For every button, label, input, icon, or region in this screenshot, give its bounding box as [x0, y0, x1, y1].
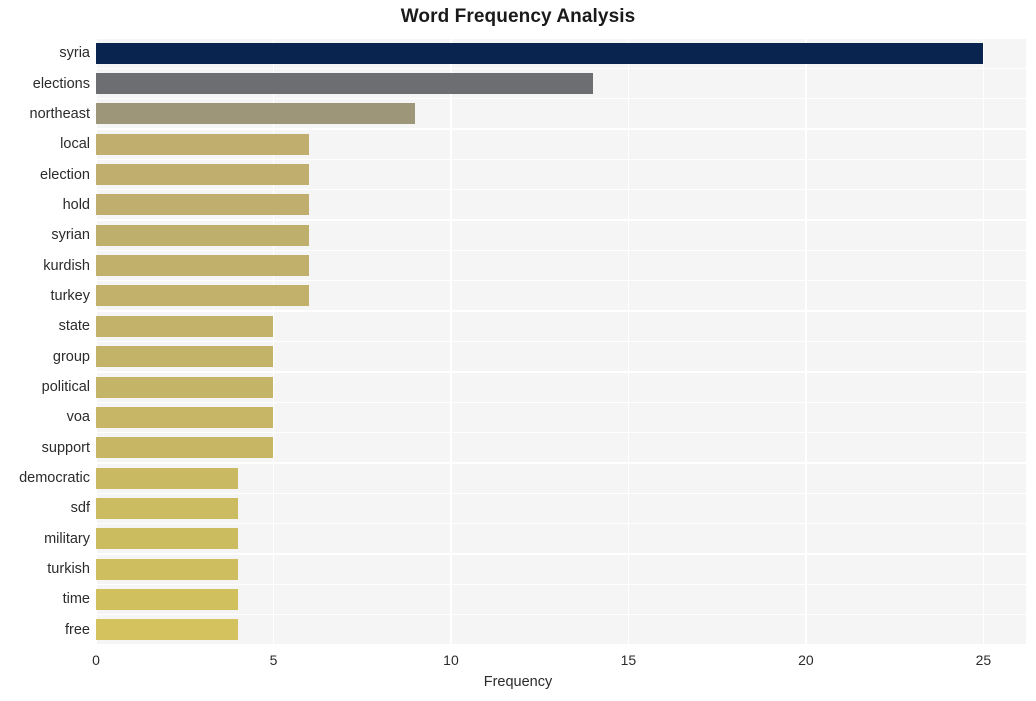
- bar: [96, 588, 238, 610]
- y-tick-label: hold: [62, 196, 90, 213]
- y-tick-label: state: [58, 318, 90, 335]
- x-tick-label: 0: [92, 652, 100, 668]
- y-tick-label: free: [65, 621, 90, 638]
- y-tick-label: northeast: [29, 105, 90, 122]
- bar-row: [96, 342, 1026, 372]
- y-axis: syria elections northeast local election hold…: [0, 38, 90, 645]
- bar: [96, 103, 416, 125]
- bar: [96, 437, 274, 459]
- x-tick-label: 20: [798, 652, 814, 668]
- bar-row: [96, 99, 1026, 129]
- bar: [96, 497, 238, 519]
- bar: [96, 285, 309, 307]
- x-tick-label: 10: [443, 652, 459, 668]
- y-tick-label: kurdish: [43, 257, 90, 274]
- y-tick-label: syria: [59, 45, 90, 62]
- bar: [96, 194, 309, 216]
- y-tick-label: democratic: [19, 470, 90, 487]
- bar-row: [96, 220, 1026, 250]
- y-tick-label: group: [52, 348, 90, 365]
- bar: [96, 346, 274, 368]
- bar-row: [96, 129, 1026, 159]
- x-tick-label: 5: [269, 652, 278, 668]
- y-tick-label: time: [62, 591, 90, 608]
- y-tick-label: syrian: [51, 227, 90, 244]
- y-tick-label: election: [40, 166, 90, 183]
- bar-row: [96, 493, 1026, 523]
- bar: [96, 558, 238, 580]
- bar-row: [96, 584, 1026, 614]
- bar-row: [96, 159, 1026, 189]
- bar: [96, 467, 238, 489]
- bar-row: [96, 372, 1026, 402]
- bar-row: [96, 433, 1026, 463]
- bar-row: [96, 38, 1026, 68]
- y-tick-label: support: [41, 439, 90, 456]
- bar-row: [96, 190, 1026, 220]
- gridline-horizontal: [96, 38, 1026, 40]
- bar: [96, 528, 238, 550]
- y-tick-label: voa: [66, 409, 90, 426]
- x-tick-label: 25: [975, 652, 992, 668]
- y-tick-label: military: [44, 530, 90, 547]
- x-axis: 0 5 10 15 20 25: [92, 645, 1026, 675]
- chart-title: Word Frequency Analysis: [400, 6, 636, 27]
- bar-row: [96, 524, 1026, 554]
- y-tick-label: turkey: [50, 287, 91, 304]
- plot-area: [96, 38, 1026, 645]
- y-tick-label: local: [60, 136, 90, 153]
- bar: [96, 406, 274, 428]
- x-tick-label: 15: [620, 652, 637, 668]
- bar-row: [96, 250, 1026, 280]
- bar-row: [96, 402, 1026, 432]
- bar-row: [96, 281, 1026, 311]
- bar: [96, 42, 984, 64]
- bar: [96, 164, 309, 186]
- bar: [96, 73, 593, 95]
- y-tick-label: turkish: [47, 561, 90, 578]
- bar: [96, 376, 274, 398]
- x-axis-label: Frequency: [483, 674, 553, 690]
- bar: [96, 315, 274, 337]
- bar-row: [96, 463, 1026, 493]
- bar: [96, 224, 309, 246]
- bar-row: [96, 311, 1026, 341]
- bar: [96, 255, 309, 277]
- bar-row: [96, 615, 1026, 645]
- y-tick-label: sdf: [70, 500, 90, 517]
- bar: [96, 133, 309, 155]
- word-frequency-bar-chart: Word Frequency Analysis syria elections no…: [0, 0, 1036, 701]
- y-tick-label: political: [41, 379, 90, 396]
- y-tick-label: elections: [32, 75, 90, 92]
- bar: [96, 619, 238, 641]
- bar-row: [96, 554, 1026, 584]
- bar-row: [96, 68, 1026, 98]
